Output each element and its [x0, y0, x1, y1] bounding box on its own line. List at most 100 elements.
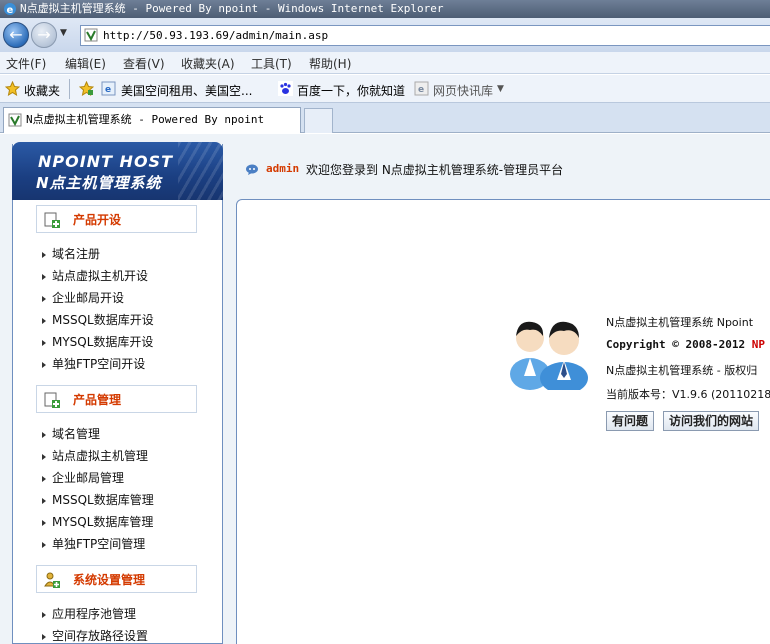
sidebar-item-mssql-manage[interactable]: MSSQL数据库管理	[42, 491, 154, 508]
tab-bar: N点虚拟主机管理系统 - Powered By npoint	[0, 103, 770, 133]
favorites-button[interactable]: 收藏夹	[24, 82, 60, 99]
sidebar-item-mail-manage[interactable]: 企业邮局管理	[42, 469, 124, 486]
sidebar-item-label: 单独FTP空间管理	[52, 537, 146, 551]
menu-tools[interactable]: 工具(T)	[251, 55, 292, 72]
menu-edit[interactable]: 编辑(E)	[65, 55, 106, 72]
sidebar-item-ftp-manage[interactable]: 单独FTP空间管理	[42, 535, 145, 552]
sidebar-item-mssql-open[interactable]: MSSQL数据库开设	[42, 311, 154, 328]
question-button[interactable]: 有问题	[606, 411, 655, 431]
web-slice-gallery[interactable]: 网页快讯库	[433, 82, 493, 99]
bullet-arrow-icon	[42, 361, 46, 368]
sidebar-item-label: MYSQL数据库开设	[52, 335, 154, 349]
visit-website-button[interactable]: 访问我们的网站	[663, 411, 760, 431]
forward-arrow-icon: →	[37, 25, 51, 44]
address-bar[interactable]: http://50.93.193.69/admin/main.asp	[80, 25, 770, 46]
bullet-arrow-icon	[42, 611, 46, 618]
version-line: 当前版本号：V1.9.6 (20110218)	[606, 388, 770, 401]
bullet-arrow-icon	[42, 431, 46, 438]
divider	[69, 79, 70, 99]
rights-line: N点虚拟主机管理系统 - 版权归	[606, 364, 758, 377]
sidebar-item-app-pool[interactable]: 应用程序池管理	[42, 605, 136, 622]
sidebar-item-vhost-manage[interactable]: 站点虚拟主机管理	[42, 447, 148, 464]
new-tab-button[interactable]	[304, 108, 333, 133]
welcome-message: 欢迎您登录到 N点虚拟主机管理系统-管理员平台	[306, 163, 564, 177]
add-favorite-icon[interactable]	[79, 81, 94, 96]
npoint-logo: NPOINT HOST N点主机管理系统	[12, 142, 223, 200]
sidebar-item-label: 企业邮局开设	[52, 291, 125, 305]
add-page-icon	[44, 212, 60, 228]
tab-favicon-icon	[8, 113, 22, 127]
users-settings-icon	[44, 572, 60, 588]
sidebar-item-label: 企业邮局管理	[52, 471, 125, 485]
ie-logo-icon: e	[4, 3, 16, 16]
star-icon	[5, 81, 20, 96]
section-title: 系统设置管理	[73, 573, 146, 587]
favorite-link-baidu[interactable]: 百度一下，你就知道	[297, 82, 405, 99]
section-header-product-manage[interactable]: 产品管理	[36, 385, 197, 413]
back-arrow-icon: ←	[9, 25, 23, 44]
copyright-line: Copyright © 2008-2012 NP	[606, 338, 765, 351]
bullet-arrow-icon	[42, 497, 46, 504]
sidebar-item-ftp-open[interactable]: 单独FTP空间开设	[42, 355, 145, 372]
bullet-arrow-icon	[42, 633, 46, 640]
logo-line-1: NPOINT HOST	[38, 152, 173, 171]
sidebar-item-domain-register[interactable]: 域名注册	[42, 245, 100, 262]
address-url: http://50.93.193.69/admin/main.asp	[103, 29, 329, 42]
sidebar-item-label: 域名注册	[52, 247, 101, 261]
history-dropdown-icon[interactable]: ▼	[60, 28, 67, 38]
bullet-arrow-icon	[42, 453, 46, 460]
site-favicon-icon	[84, 28, 98, 42]
favorites-bar: 收藏夹 e 美国空间租用、美国空... 百度一下，你就知道 e 网页快讯库 ▼	[0, 75, 770, 103]
web-slice-icon: e	[414, 81, 429, 96]
window-title: N点虚拟主机管理系统 - Powered By npoint - Windows…	[20, 2, 444, 15]
menu-view[interactable]: 查看(V)	[123, 55, 165, 72]
section-header-product-open[interactable]: 产品开设	[36, 205, 197, 233]
address-row: ← → ▼ http://50.93.193.69/admin/main.asp	[0, 18, 770, 52]
sidebar-item-domain-manage[interactable]: 域名管理	[42, 425, 100, 442]
back-button[interactable]: ←	[3, 22, 29, 48]
copyright-brand: NP	[751, 338, 765, 351]
product-name: N点虚拟主机管理系统 Npoint	[606, 316, 754, 329]
sidebar-item-mysql-open[interactable]: MYSQL数据库开设	[42, 333, 153, 350]
svg-text:e: e	[7, 5, 14, 16]
menu-bar: 文件(F) 编辑(E) 查看(V) 收藏夹(A) 工具(T) 帮助(H)	[0, 52, 770, 74]
bullet-arrow-icon	[42, 317, 46, 324]
sidebar-item-label: 域名管理	[52, 427, 101, 441]
sidebar-item-storage-path[interactable]: 空间存放路径设置	[42, 627, 148, 644]
sidebar-item-label: 站点虚拟主机管理	[52, 449, 149, 463]
sidebar-item-label: MYSQL数据库管理	[52, 515, 154, 529]
sidebar-item-label: 空间存放路径设置	[52, 629, 149, 643]
chat-bubble-icon	[246, 164, 258, 175]
current-user: admin	[266, 162, 300, 175]
tab-title: N点虚拟主机管理系统 - Powered By npoint	[26, 113, 265, 126]
svg-text:e: e	[105, 85, 111, 95]
logo-line-2: N点主机管理系统	[36, 174, 162, 192]
sidebar-item-mysql-manage[interactable]: MYSQL数据库管理	[42, 513, 153, 530]
forward-button[interactable]: →	[31, 22, 57, 48]
sidebar-item-vhost-open[interactable]: 站点虚拟主机开设	[42, 267, 148, 284]
bullet-arrow-icon	[42, 295, 46, 302]
bullet-arrow-icon	[42, 519, 46, 526]
bullet-arrow-icon	[42, 251, 46, 258]
menu-file[interactable]: 文件(F)	[6, 55, 46, 72]
sidebar-item-mail-open[interactable]: 企业邮局开设	[42, 289, 124, 306]
chevron-down-icon[interactable]: ▼	[497, 84, 504, 94]
menu-help[interactable]: 帮助(H)	[309, 55, 351, 72]
menu-favorites[interactable]: 收藏夹(A)	[181, 55, 235, 72]
logo-decoration	[178, 142, 223, 200]
sidebar-item-label: 站点虚拟主机开设	[52, 269, 149, 283]
tab-active[interactable]: N点虚拟主机管理系统 - Powered By npoint	[3, 107, 301, 133]
add-page-icon	[44, 392, 60, 408]
favorite-link-us-hosting[interactable]: 美国空间租用、美国空...	[121, 82, 252, 99]
copyright-text: Copyright © 2008-2012	[606, 338, 752, 351]
section-header-system-settings[interactable]: 系统设置管理	[36, 565, 197, 593]
bullet-arrow-icon	[42, 541, 46, 548]
sidebar-item-label: 应用程序池管理	[52, 607, 137, 621]
baidu-paw-icon	[278, 81, 293, 96]
sidebar-item-label: MSSQL数据库开设	[52, 313, 154, 327]
bullet-arrow-icon	[42, 475, 46, 482]
window-title-bar: e N点虚拟主机管理系统 - Powered By npoint - Windo…	[0, 0, 770, 18]
svg-text:e: e	[418, 85, 424, 95]
sidebar-item-label: 单独FTP空间开设	[52, 357, 146, 371]
bullet-arrow-icon	[42, 273, 46, 280]
